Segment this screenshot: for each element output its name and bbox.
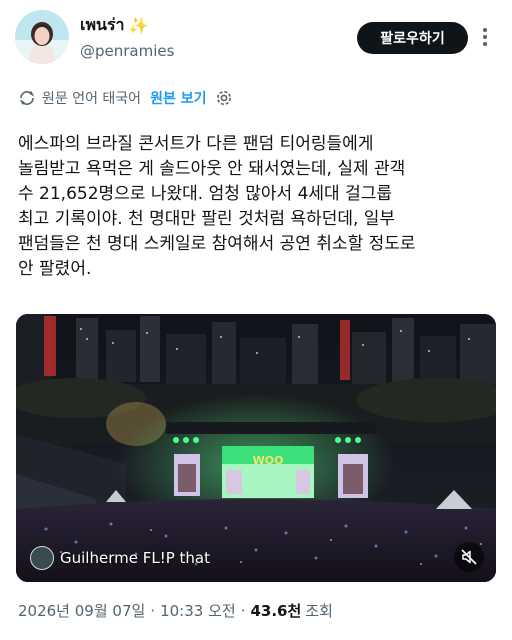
tweet-line: 에스파의 브라질 콘서트가 다른 팬덤 티어링들에게 xyxy=(18,134,374,154)
stage-text: WOO xyxy=(253,454,284,467)
gear-icon[interactable] xyxy=(214,88,234,108)
show-original-link[interactable]: 원본 보기 xyxy=(150,88,206,108)
translation-label: 원문 언어 태국어 xyxy=(42,91,142,107)
follow-button[interactable]: 팔로우하기 xyxy=(357,22,468,54)
tweet-line: 안 팔렸어. xyxy=(18,259,92,279)
tweet-meta: 2026년 09월 07일 · 10:33 오전 · 43.6천 조회 xyxy=(18,600,333,621)
credit-name: Guilherme FL!P that xyxy=(60,549,210,567)
video-credit[interactable]: Guilherme FL!P that xyxy=(30,546,210,570)
translation-row: 원문 언어 태국어 원본 보기 xyxy=(18,88,234,108)
display-name-text: เพนร่า xyxy=(80,15,125,34)
tweet-line: 놀림받고 욕먹은 게 솔드아웃 안 돼서였는데, 실제 관객 xyxy=(18,159,406,179)
credit-avatar xyxy=(30,546,54,570)
separator-dot: · xyxy=(150,601,156,620)
tweet-text: 에스파의 브라질 콘서트가 다른 팬덤 티어링들에게 놀림받고 욕먹은 게 솔드… xyxy=(18,132,498,282)
muted-speaker-icon[interactable] xyxy=(454,542,484,572)
tweet-line: 수 21,652명으로 나왔대. 엄청 많아서 4세대 걸그룹 xyxy=(18,184,393,204)
tweet-line: 최고 기록이야. 천 명대만 팔린 것처럼 욕하던데, 일부 xyxy=(18,209,396,229)
tweet-video[interactable]: WOO Guilherme FL!P that xyxy=(16,314,496,582)
more-vertical-icon[interactable] xyxy=(478,26,492,48)
author-display-name[interactable]: เพนร่า ✨ xyxy=(80,13,148,38)
tweet-date[interactable]: 2026년 09월 07일 xyxy=(18,600,145,621)
translate-icon xyxy=(18,89,36,107)
views-count[interactable]: 43.6천 xyxy=(250,600,301,621)
views-label: 조회 xyxy=(305,602,333,620)
tweet-line: 팬덤들은 천 명대 스케일로 참여해서 공연 취소할 정도로 xyxy=(18,234,416,254)
author-avatar[interactable] xyxy=(15,10,69,64)
separator-dot: · xyxy=(240,601,246,620)
concert-scene: WOO xyxy=(16,314,496,582)
author-handle[interactable]: @penramies xyxy=(80,42,174,60)
tweet-time[interactable]: 10:33 오전 xyxy=(160,600,236,621)
sparkle-emoji: ✨ xyxy=(128,16,149,35)
